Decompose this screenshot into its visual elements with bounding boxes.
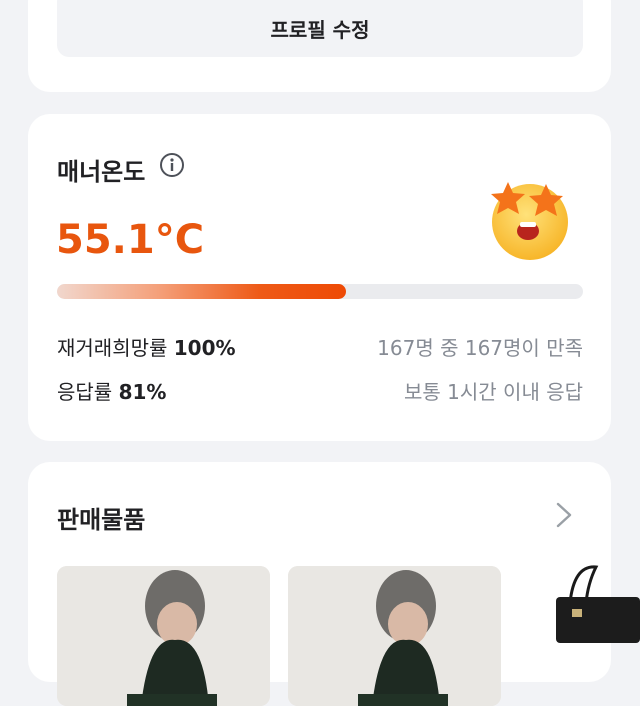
profile-card: 프로필 수정	[28, 0, 611, 92]
rehire-rate-detail: 167명 중 167명이 만족	[377, 336, 583, 360]
response-rate-label: 응답률	[57, 380, 113, 404]
rehire-rate-label: 재거래희망률	[57, 336, 168, 360]
product-thumbnail[interactable]	[288, 566, 501, 706]
response-rate-row: 응답률 81% 보통 1시간 이내 응답	[57, 376, 583, 405]
sales-items-title[interactable]: 판매물품	[57, 500, 145, 535]
beanie-model-image	[57, 566, 270, 706]
manner-progress-bar	[57, 284, 583, 299]
rehire-rate-value: 100%	[173, 336, 236, 360]
beanie-model-image	[288, 566, 501, 706]
handbag-thumbnail[interactable]	[548, 563, 640, 643]
response-rate-value: 81%	[118, 380, 167, 404]
manner-progress-fill	[57, 284, 347, 299]
star-eyes-face-icon	[491, 182, 568, 260]
chevron-right-icon[interactable]	[552, 500, 576, 530]
info-icon[interactable]	[159, 152, 185, 178]
product-thumbnail[interactable]	[57, 566, 270, 706]
manner-temperature-card: 매너온도 55.1°C 재거래희망률 100% 167명 중 167명이 만족 …	[28, 114, 611, 441]
sales-items-card: 판매물품	[28, 462, 611, 706]
manner-title: 매너온도	[57, 158, 146, 186]
response-rate-detail: 보통 1시간 이내 응답	[404, 380, 583, 404]
edit-profile-button[interactable]: 프로필 수정	[57, 0, 583, 57]
rehire-rate-row: 재거래희망률 100% 167명 중 167명이 만족	[57, 332, 583, 361]
manner-temperature-value: 55.1°C	[56, 217, 205, 263]
